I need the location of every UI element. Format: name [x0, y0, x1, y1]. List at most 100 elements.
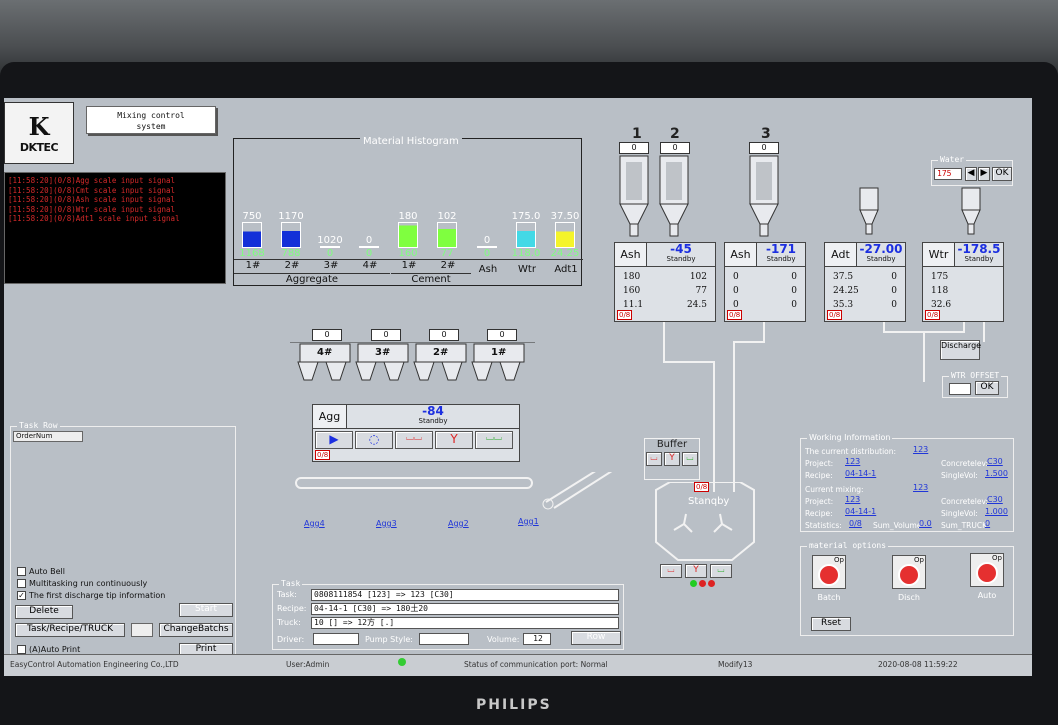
- histogram-bottom-value: 160: [398, 248, 418, 259]
- panel-row: 00: [733, 270, 797, 284]
- status-datetime: 2020-08-08 11:59:22: [878, 660, 958, 669]
- loading-icon[interactable]: ◌: [355, 431, 393, 449]
- agg-value: -84: [422, 404, 444, 418]
- reset-button[interactable]: Rset: [811, 617, 851, 631]
- histogram-column: 00: [349, 235, 389, 259]
- monitor-brand: PHILIPS: [476, 697, 552, 713]
- mixer-green-icon[interactable]: ⌴: [710, 564, 732, 578]
- histogram-column: 102 77: [427, 211, 467, 259]
- wtr-offset-input[interactable]: [949, 383, 971, 395]
- ash-1-status: Standby: [666, 255, 696, 263]
- concrete-value: C30: [987, 457, 1003, 466]
- water-decrease-button[interactable]: ◀: [965, 167, 977, 181]
- buffer-glass-icon[interactable]: Y: [664, 452, 680, 466]
- batch-knob-icon[interactable]: Op: [812, 555, 846, 589]
- panel-row: 32.6: [931, 298, 995, 312]
- recipe-select[interactable]: 04-14-1 [C30] => 180土20: [311, 603, 619, 615]
- panel-cell: 180: [623, 272, 641, 282]
- multitask-option[interactable]: Multitasking run continuously: [17, 579, 147, 588]
- disch-knob-icon[interactable]: Op: [892, 555, 926, 589]
- material-histogram: Material Histogram 750 1168 1170 788 1020 0 0 0…: [233, 136, 583, 286]
- ash-2-status: Standby: [766, 255, 796, 263]
- belt-label-agg1: Agg1: [518, 517, 539, 526]
- wtr-panel: Wtr -178.5 Standby 175 118 32.6 0/8: [922, 242, 1004, 322]
- histogram-bar: [555, 222, 575, 248]
- discharge-tip-option[interactable]: ✓ The first discharge tip information: [17, 591, 165, 600]
- histogram-label: 1#: [401, 260, 417, 271]
- pump-style-select[interactable]: [419, 633, 469, 645]
- batch-count-field[interactable]: [131, 623, 153, 637]
- logo-mark: K: [28, 112, 50, 141]
- disch-knob[interactable]: Op Disch: [889, 555, 929, 602]
- driver-label: Driver:: [277, 635, 305, 644]
- panel-row: 24.25 0: [833, 284, 897, 298]
- task-row-group: Task Row OrderNum Auto Bell Multitasking…: [10, 421, 236, 666]
- auto-knob[interactable]: Op Auto: [967, 553, 1007, 600]
- panel-cell: 0: [891, 300, 897, 310]
- auto-knob-icon[interactable]: Op: [970, 553, 1004, 587]
- histogram-bar: [242, 222, 262, 248]
- histogram-label: 2#: [440, 260, 456, 271]
- task-recipe-truck-button[interactable]: Task/Recipe/TRUCK: [15, 623, 125, 637]
- panel-cell: 0: [891, 272, 897, 282]
- agg-bin-2-label: 2#: [433, 347, 449, 358]
- water-ok-button[interactable]: OK: [992, 167, 1012, 181]
- water-value[interactable]: 175: [934, 168, 962, 180]
- play-icon[interactable]: ▶: [315, 431, 353, 449]
- task-row-title: Task Row: [17, 421, 60, 430]
- auto-print-option[interactable]: (A)Auto Print: [17, 645, 80, 654]
- delete-button[interactable]: Delete: [15, 605, 73, 619]
- change-batchs-button[interactable]: ChangeBatchs: [159, 623, 233, 637]
- status-user: User:Admin: [286, 660, 330, 669]
- gate-green-icon[interactable]: ⌴⌴: [475, 431, 513, 449]
- discharge-button[interactable]: Discharge: [940, 340, 981, 360]
- water-increase-button[interactable]: ▶: [978, 167, 990, 181]
- glass-icon[interactable]: Y: [435, 431, 473, 449]
- silo-number-1: 1: [632, 126, 642, 142]
- mixer-gate-icon[interactable]: ⌴: [660, 564, 682, 578]
- panel-row: 11.1 24.5: [623, 298, 707, 312]
- volume-field[interactable]: 12: [523, 633, 551, 645]
- histogram-top-value: 180: [398, 211, 418, 222]
- start-button[interactable]: Start: [179, 603, 233, 617]
- concrete-value-2: C30: [987, 495, 1003, 504]
- log-line: [11:58:20](0/8)Agg scale input signal: [8, 176, 176, 185]
- histogram-top-value: 37.50: [550, 211, 580, 222]
- status-light-icon: [690, 580, 697, 587]
- logo-text: DKTEC: [19, 141, 59, 154]
- driver-select[interactable]: [313, 633, 359, 645]
- ordernum-column[interactable]: OrderNum: [13, 431, 83, 442]
- recipe-value: 04-14-1: [845, 469, 877, 478]
- status-bar: EasyControl Automation Engineering Co.,L…: [4, 654, 1032, 676]
- histogram-label: Wtr: [518, 264, 536, 275]
- app-title-line2: system: [136, 122, 166, 131]
- histogram-bar: [398, 222, 418, 248]
- statistics-value: 0/8: [849, 519, 862, 528]
- truck-select[interactable]: 10 [] => 12方 [.]: [311, 617, 619, 629]
- app-title-line1: Mixing control: [117, 111, 185, 120]
- auto-bell-option[interactable]: Auto Bell: [17, 567, 65, 576]
- buffer-gate-icon[interactable]: ⌴: [646, 452, 662, 466]
- row-button[interactable]: Row: [571, 631, 621, 645]
- status-comm: Status of communication port: Normal: [464, 660, 608, 669]
- histogram-label: 4#: [362, 260, 378, 271]
- gate-icon[interactable]: ⌴⌴: [395, 431, 433, 449]
- ash-1-value: -45: [670, 242, 692, 256]
- silo-1-value: 0: [619, 142, 649, 154]
- status-light-icon: [699, 580, 706, 587]
- panel-row: 00: [733, 284, 797, 298]
- task-select[interactable]: 0808111854 [123] => 123 [C30]: [311, 589, 619, 601]
- batch-knob[interactable]: Op Batch: [809, 555, 849, 602]
- wtr-offset-ok-button[interactable]: OK: [975, 381, 999, 395]
- mixer-glass-icon[interactable]: Y: [685, 564, 707, 578]
- panel-cell: 0: [791, 286, 797, 296]
- histogram-label: 2#: [284, 260, 300, 271]
- buffer-green-icon[interactable]: ⌴: [682, 452, 698, 466]
- connection-icon: [398, 658, 406, 666]
- histogram-bar: [281, 222, 301, 248]
- wtr-offset: WTR OFFSET OK: [942, 371, 1008, 398]
- disch-label: Disch: [897, 593, 921, 602]
- sum-truck-label: Sum_TRUCK: [941, 521, 988, 530]
- batch-label: Batch: [817, 593, 841, 602]
- additive-water-silos: [859, 187, 981, 235]
